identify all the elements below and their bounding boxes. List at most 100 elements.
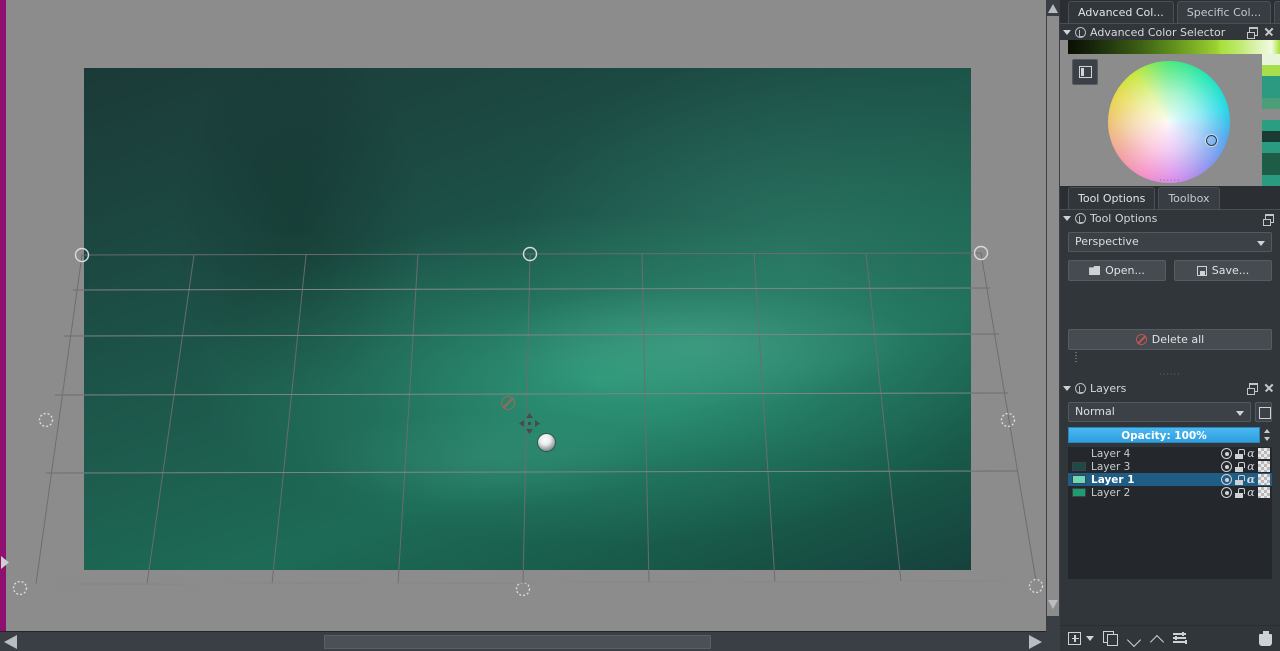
color-swatch[interactable] (1262, 109, 1280, 120)
layer-name[interactable]: Layer 2 (1091, 487, 1221, 499)
lock-icon[interactable] (1234, 461, 1245, 472)
tool-docker-tabs[interactable]: Tool Options Toolbox (1060, 186, 1280, 210)
delete-all-label: Delete all (1151, 333, 1205, 346)
tab-advanced-color[interactable]: Advanced Col... (1068, 1, 1174, 23)
trash-icon[interactable] (1259, 631, 1272, 646)
layer-row[interactable]: Layer 2 α (1068, 486, 1272, 499)
color-swatch[interactable] (1262, 98, 1280, 109)
chevron-down-icon[interactable] (1086, 636, 1094, 641)
alpha-lock-icon[interactable]: α (1246, 461, 1256, 472)
color-swatch[interactable] (1262, 131, 1280, 142)
advanced-color-selector-body[interactable]: ······ (1060, 40, 1280, 186)
panel-splitter-grip[interactable]: ······ (1060, 177, 1280, 185)
value-gradient-strip[interactable] (1068, 40, 1280, 54)
tab-toolbox[interactable]: Toolbox (1158, 187, 1220, 209)
close-icon[interactable] (1264, 27, 1274, 37)
layers-toolbar[interactable] (1060, 625, 1280, 651)
eye-icon[interactable] (1221, 448, 1232, 459)
layer-list-empty-area[interactable] (1068, 499, 1272, 579)
eye-icon[interactable] (1221, 474, 1232, 485)
plus-box-icon[interactable] (1068, 632, 1081, 645)
color-swatch[interactable] (1262, 164, 1280, 175)
opacity-row: Opacity: 100% (1068, 427, 1272, 443)
close-icon[interactable] (1264, 383, 1274, 393)
duplicate-icon[interactable] (1103, 631, 1118, 646)
color-wheel[interactable] (1108, 61, 1230, 183)
chevron-down-icon[interactable] (1236, 411, 1244, 416)
folder-icon (1089, 266, 1101, 275)
layer-properties-icon-button[interactable] (1255, 402, 1272, 422)
right-dock: Advanced Col... Specific Col... C... Adv… (1060, 0, 1280, 651)
delete-all-button[interactable]: Delete all (1068, 329, 1272, 350)
canvas-area[interactable] (0, 0, 1046, 631)
color-swatch[interactable] (1262, 65, 1280, 76)
alpha-lock-icon[interactable]: α (1246, 474, 1256, 485)
layer-name[interactable]: Layer 4 (1091, 448, 1221, 460)
canvas-image (84, 68, 971, 570)
selector-layout-toggle-button[interactable] (1072, 59, 1098, 85)
color-wheel-cursor[interactable] (1206, 135, 1217, 146)
eye-icon[interactable] (1221, 461, 1232, 472)
opacity-slider[interactable]: Opacity: 100% (1068, 427, 1260, 443)
tab-tool-options[interactable]: Tool Options (1068, 187, 1156, 209)
lock-icon[interactable] (1234, 448, 1245, 459)
canvas-hscrollbar[interactable] (0, 631, 1046, 651)
lock-icon[interactable] (1234, 474, 1245, 485)
color-swatch[interactable] (1262, 87, 1280, 98)
save-preset-button[interactable]: Save... (1174, 260, 1272, 281)
chevron-down-icon[interactable] (1257, 241, 1265, 246)
layer-icon-group: α (1221, 461, 1272, 472)
float-docker-icon[interactable] (1247, 383, 1258, 395)
scroll-left-arrow-icon[interactable] (4, 635, 17, 649)
color-swatch[interactable] (1262, 54, 1280, 65)
alpha-inherit-icon[interactable] (1258, 461, 1270, 472)
brush-cursor (538, 434, 555, 451)
tool-options-body: Perspective Open... Save... Delete all (1060, 226, 1280, 370)
alpha-lock-icon[interactable]: α (1246, 487, 1256, 498)
lock-icon[interactable] (1234, 487, 1245, 498)
color-swatch[interactable] (1262, 76, 1280, 87)
color-docker-tabs[interactable]: Advanced Col... Specific Col... C... (1060, 0, 1280, 24)
layer-name[interactable]: Layer 1 (1091, 474, 1221, 486)
chevron-down-icon[interactable] (1127, 632, 1141, 646)
layer-icon-group: α (1221, 448, 1272, 459)
scroll-right-arrow-icon[interactable] (1029, 635, 1042, 649)
alpha-inherit-icon[interactable] (1258, 487, 1270, 498)
sliders-icon[interactable] (1173, 631, 1188, 646)
float-docker-icon[interactable] (1263, 213, 1274, 226)
opacity-spinner[interactable] (1263, 427, 1272, 443)
layer-row[interactable]: Layer 1 α (1068, 473, 1272, 486)
chevron-up-icon[interactable] (1150, 632, 1164, 646)
collapse-triangle-icon[interactable] (1063, 29, 1071, 35)
collapse-triangle-icon[interactable] (1063, 215, 1071, 221)
tab-specific-color[interactable]: Specific Col... (1176, 1, 1272, 23)
move-handle[interactable] (519, 413, 540, 434)
layer-row[interactable]: Layer 4 α (1068, 447, 1272, 460)
dock-splitter-grip[interactable]: ······ (1060, 370, 1280, 380)
collapse-triangle-icon[interactable] (1063, 385, 1071, 391)
recent-colors-swatches[interactable] (1262, 54, 1280, 186)
float-docker-icon[interactable] (1247, 27, 1258, 39)
open-preset-button[interactable]: Open... (1068, 260, 1166, 281)
alpha-inherit-icon[interactable] (1258, 448, 1270, 459)
tab-color-more[interactable]: C... (1274, 1, 1280, 23)
color-swatch[interactable] (1262, 153, 1280, 164)
forbidden-cursor (501, 396, 515, 410)
eye-icon[interactable] (1221, 487, 1232, 498)
alpha-inherit-icon[interactable] (1258, 474, 1270, 485)
blend-mode-dropdown[interactable]: Normal (1068, 402, 1251, 422)
scrollbar-corner (1046, 631, 1060, 651)
layer-name[interactable]: Layer 3 (1091, 461, 1221, 473)
tool-options-grip[interactable] (1068, 350, 1272, 364)
color-swatch[interactable] (1262, 120, 1280, 131)
canvas-hscrollbar-thumb[interactable] (324, 635, 712, 649)
layer-list[interactable]: Layer 4 α Layer 3 α Layer 1 α Layer 2 α (1068, 447, 1272, 579)
scroll-up-arrow-icon[interactable] (1048, 4, 1058, 13)
canvas-vscrollbar-thumb[interactable] (1047, 16, 1059, 616)
krita-window: Advanced Col... Specific Col... C... Adv… (0, 0, 1280, 651)
alpha-lock-icon[interactable]: α (1246, 448, 1256, 459)
canvas-vscrollbar[interactable] (1046, 0, 1060, 631)
tool-preset-dropdown[interactable]: Perspective (1068, 232, 1272, 252)
layer-row[interactable]: Layer 3 α (1068, 460, 1272, 473)
color-swatch[interactable] (1262, 142, 1280, 153)
